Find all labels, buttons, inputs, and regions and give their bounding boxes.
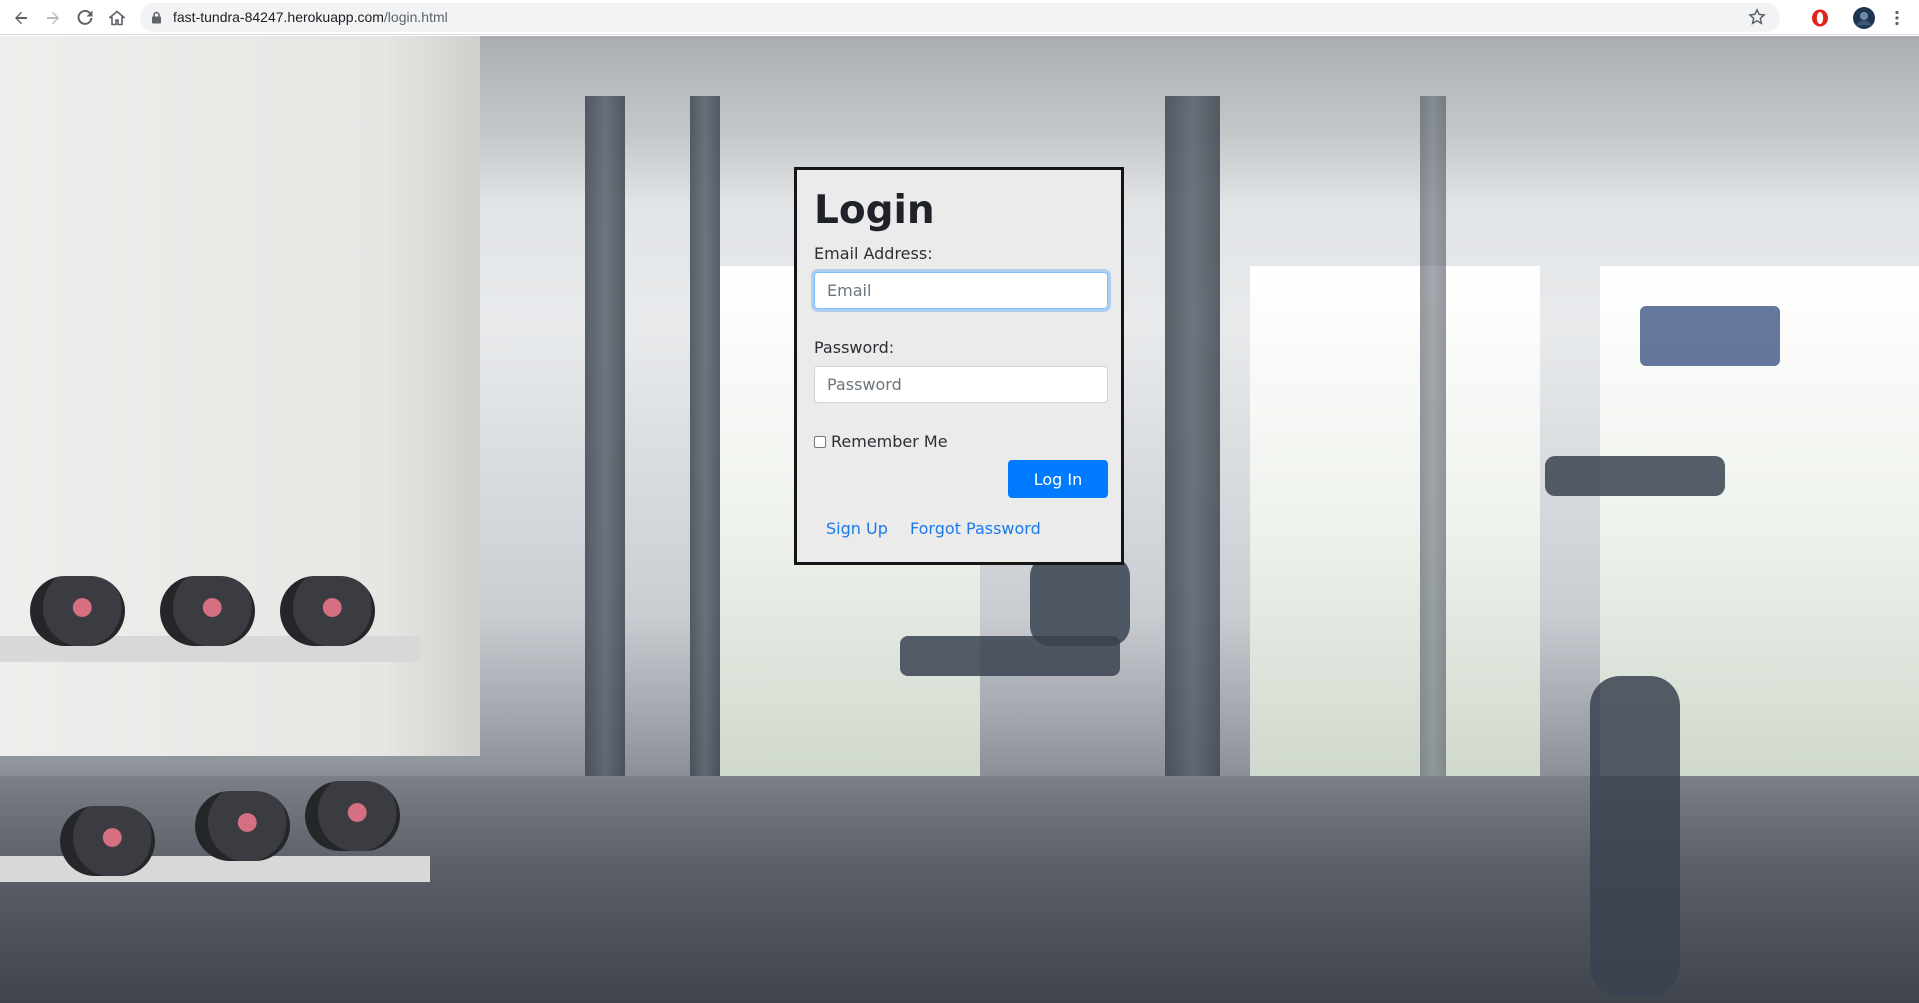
reload-icon[interactable] xyxy=(72,5,98,31)
password-input[interactable] xyxy=(814,366,1108,403)
login-button[interactable]: Log In xyxy=(1008,460,1108,498)
remember-me-checkbox[interactable] xyxy=(814,435,826,448)
browser-toolbar: fast-tundra-84247.herokuapp.com/login.ht… xyxy=(0,0,1919,35)
remember-me-label[interactable]: Remember Me xyxy=(831,432,948,451)
forgot-password-link[interactable]: Forgot Password xyxy=(910,519,1041,538)
address-bar[interactable]: fast-tundra-84247.herokuapp.com/login.ht… xyxy=(140,3,1780,32)
menu-icon[interactable] xyxy=(1884,5,1910,31)
url-host: fast-tundra-84247.herokuapp.com xyxy=(173,9,384,25)
avatar[interactable] xyxy=(1851,5,1877,31)
home-icon[interactable] xyxy=(104,5,130,31)
lock-icon[interactable] xyxy=(151,11,162,29)
email-input[interactable] xyxy=(814,272,1108,309)
login-title: Login xyxy=(814,188,935,233)
password-label: Password: xyxy=(814,338,895,357)
email-label: Email Address: xyxy=(814,244,933,263)
login-card: Login Email Address: Password: Remember … xyxy=(794,167,1124,565)
sign-up-link[interactable]: Sign Up xyxy=(826,519,888,538)
forward-icon[interactable] xyxy=(40,5,66,31)
remember-me-row[interactable]: Remember Me xyxy=(814,432,948,451)
back-icon[interactable] xyxy=(8,5,34,31)
url-text: fast-tundra-84247.herokuapp.com/login.ht… xyxy=(173,9,448,25)
url-path: /login.html xyxy=(383,9,448,25)
opera-icon[interactable] xyxy=(1807,5,1833,31)
star-icon[interactable] xyxy=(1748,7,1766,31)
